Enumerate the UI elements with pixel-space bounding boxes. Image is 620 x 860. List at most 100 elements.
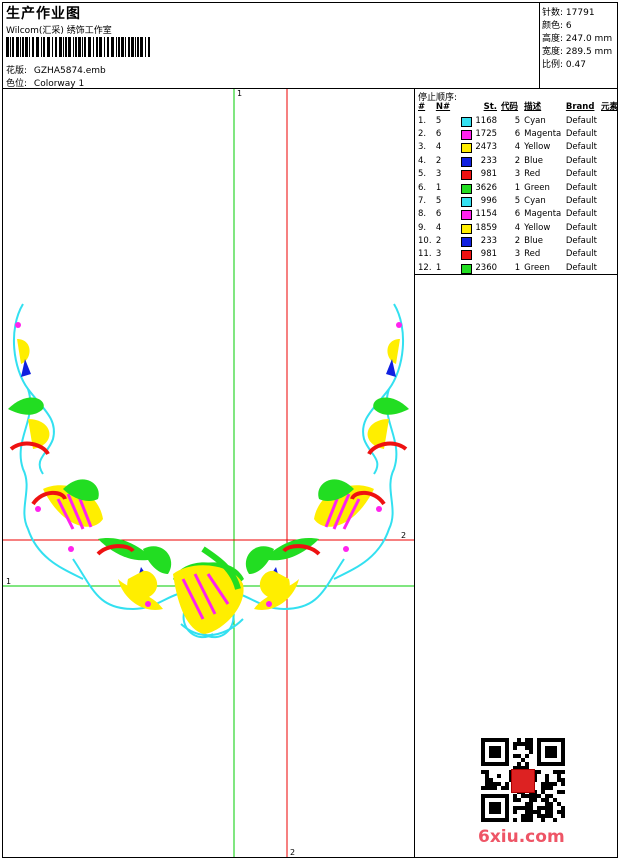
row-stitches: 233 — [459, 155, 499, 168]
row-needle: 4 — [435, 142, 442, 153]
row-brand: Default — [565, 249, 597, 260]
row-index: 11. — [418, 249, 432, 260]
row-needle: 1 — [435, 182, 442, 193]
color-swatch — [461, 156, 472, 167]
row-brand: Default — [565, 195, 597, 206]
color-swatch — [461, 223, 472, 234]
pattern-value: GZHA5874.emb — [33, 66, 106, 76]
row-code: 4 — [514, 142, 521, 153]
row-description: Blue — [524, 236, 543, 247]
row-needle: 6 — [435, 209, 442, 220]
table-row: 1. 5 1168 5 Cyan Default — [416, 114, 620, 127]
row-description: Red — [524, 169, 541, 180]
col-stitches: St. — [483, 102, 498, 113]
row-code: 3 — [514, 169, 521, 180]
stop-sequence-table: # N# St. 代码 描述 Brand 元素 1. 5 1168 5 Cyan Defa… — [416, 101, 620, 275]
row-index: 9. — [418, 222, 427, 233]
stats-divider — [539, 2, 540, 88]
table-row: 5. 3 981 3 Red Default — [416, 168, 620, 181]
row-index: 12. — [418, 262, 432, 273]
row-stitches: 996 — [459, 195, 499, 208]
right-column-divider — [414, 88, 415, 858]
row-element — [599, 114, 620, 127]
table-row: 7. 5 996 5 Cyan Default — [416, 195, 620, 208]
row-index: 7. — [418, 195, 427, 206]
row-index: 10. — [418, 236, 432, 247]
row-brand: Default — [565, 155, 597, 166]
row-element — [599, 262, 620, 275]
table-header: # N# St. 代码 描述 Brand 元素 — [416, 101, 620, 114]
color-swatch — [461, 170, 472, 181]
colorway-line: 色位: Colorway 1 — [6, 76, 84, 89]
row-element — [599, 208, 620, 221]
row-element — [599, 235, 620, 248]
row-code: 2 — [514, 236, 521, 247]
color-swatch — [461, 129, 472, 140]
table-row: 12. 1 2360 1 Green Default — [416, 262, 620, 275]
color-swatch — [461, 250, 472, 261]
row-index: 2. — [418, 128, 427, 139]
row-index: 1. — [418, 115, 427, 126]
guide-label-green-top: 1 — [237, 89, 242, 98]
color-swatch — [461, 237, 472, 248]
row-index: 8. — [418, 209, 427, 220]
row-description: Red — [524, 249, 541, 260]
row-stitches: 3626 — [459, 181, 499, 194]
row-brand: Default — [565, 115, 597, 126]
table-row: 6. 1 3626 1 Green Default — [416, 181, 620, 194]
color-swatch — [461, 116, 472, 127]
table-row: 4. 2 233 2 Blue Default — [416, 155, 620, 168]
color-swatch — [461, 143, 472, 154]
row-brand: Default — [565, 128, 597, 139]
row-element — [599, 248, 620, 261]
color-swatch — [461, 210, 472, 221]
row-stitches: 233 — [459, 235, 499, 248]
row-element — [599, 155, 620, 168]
row-brand: Default — [565, 142, 597, 153]
page-title: 生产作业图 — [6, 6, 81, 22]
row-description: Yellow — [524, 142, 551, 153]
row-code: 3 — [514, 249, 521, 260]
color-swatch — [461, 263, 472, 274]
row-description: Magenta — [524, 209, 562, 220]
row-brand: Default — [565, 182, 597, 193]
row-stitches: 2473 — [459, 141, 499, 154]
row-element — [599, 141, 620, 154]
row-index: 3. — [418, 142, 427, 153]
row-description: Yellow — [524, 222, 551, 233]
row-brand: Default — [565, 236, 597, 247]
table-row: 11. 3 981 3 Red Default — [416, 248, 620, 261]
row-code: 4 — [514, 222, 521, 233]
row-element — [599, 222, 620, 235]
row-needle: 6 — [435, 128, 442, 139]
row-needle: 3 — [435, 249, 442, 260]
guide-label-red-bottom: 2 — [290, 848, 295, 857]
row-brand: Default — [565, 262, 597, 273]
row-description: Cyan — [524, 115, 546, 126]
row-element — [599, 128, 620, 141]
row-description: Blue — [524, 155, 543, 166]
row-index: 5. — [418, 169, 427, 180]
row-stitches: 981 — [459, 248, 499, 261]
col-brand: Brand — [565, 102, 595, 113]
color-swatch — [461, 183, 472, 194]
stat-scale: 比例: 0.47 — [542, 60, 586, 70]
table-row: 9. 4 1859 4 Yellow Default — [416, 222, 620, 235]
row-description: Cyan — [524, 195, 546, 206]
row-stitches: 2360 — [459, 262, 499, 275]
col-element: 元素 — [600, 102, 618, 113]
row-code: 2 — [514, 155, 521, 166]
row-stitches: 981 — [459, 168, 499, 181]
colorway-label: 色位: — [6, 79, 28, 89]
pattern-label: 花版: — [6, 66, 28, 76]
watermark: 6xiu.com — [478, 827, 565, 847]
row-needle: 3 — [435, 169, 442, 180]
stat-height: 高度: 247.0 mm — [542, 34, 613, 44]
guide-label-red-right: 2 — [401, 531, 406, 540]
embroidery-design — [8, 302, 411, 640]
colorway-value: Colorway 1 — [33, 79, 85, 89]
row-description: Green — [524, 182, 550, 193]
row-index: 4. — [418, 155, 427, 166]
row-needle: 2 — [435, 155, 442, 166]
row-element — [599, 181, 620, 194]
